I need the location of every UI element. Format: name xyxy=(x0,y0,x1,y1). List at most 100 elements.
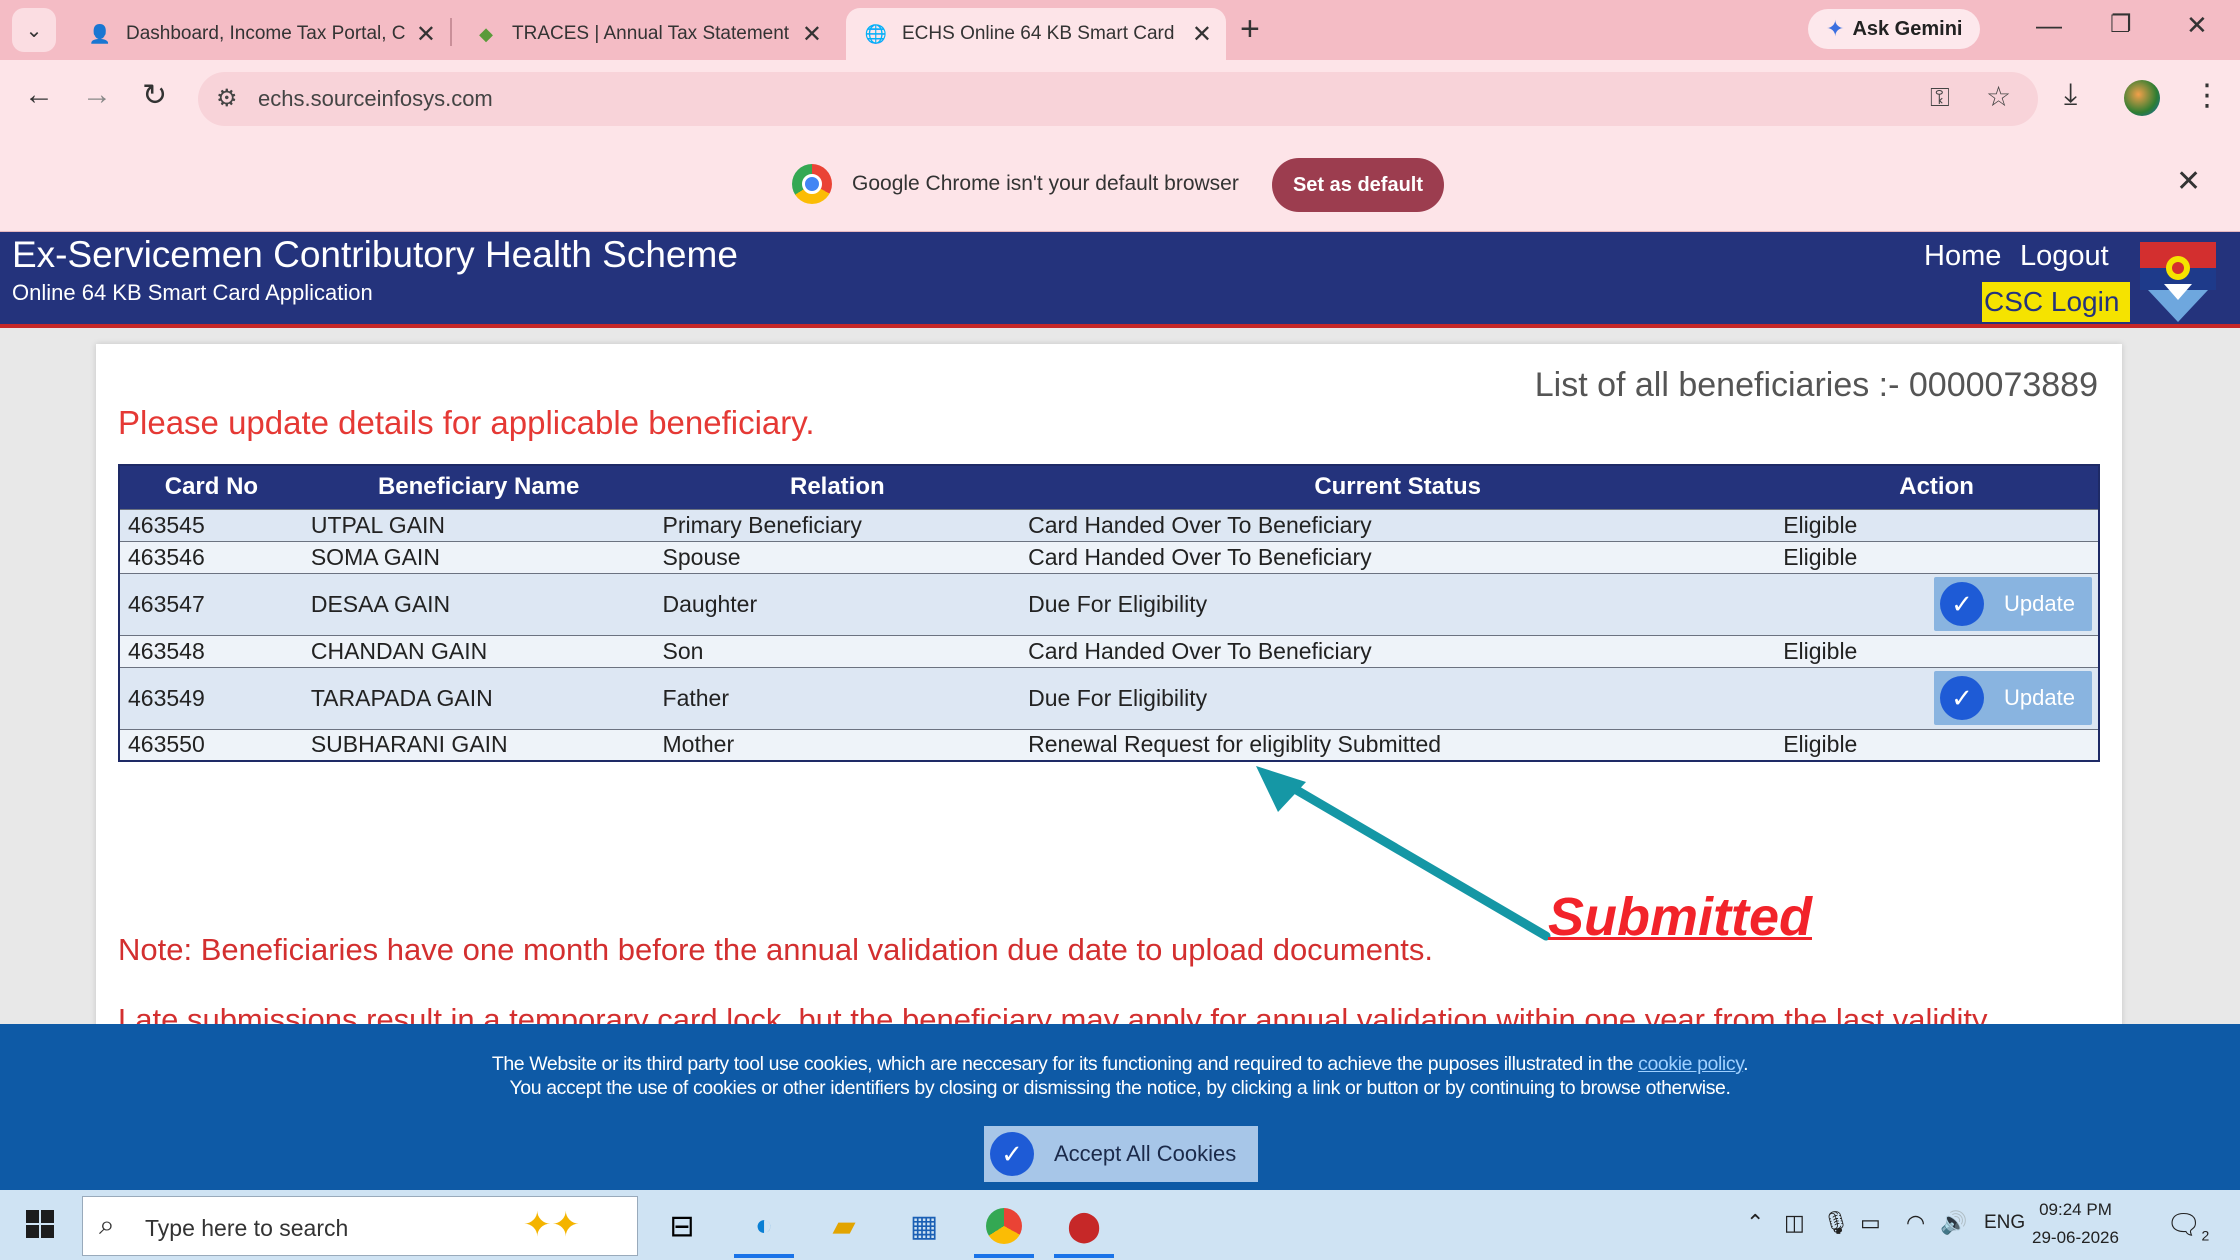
accept-cookies-label: Accept All Cookies xyxy=(1054,1141,1237,1166)
chevron-up-icon[interactable]: ⌃ xyxy=(1746,1210,1764,1236)
taskbar-search-box[interactable]: ⌕ Type here to search ✦✦ xyxy=(82,1196,638,1256)
col-current-status: Current Status xyxy=(1020,465,1776,509)
forward-arrow-icon[interactable]: → xyxy=(82,78,112,112)
clock-time: 09:24 PM xyxy=(2039,1200,2112,1219)
table-row: 463548 CHANDAN GAIN Son Card Handed Over… xyxy=(119,634,2099,667)
chrome-taskbar-icon[interactable] xyxy=(982,1204,1026,1248)
relation: Spouse xyxy=(654,540,1021,573)
update-label: Update xyxy=(2004,591,2075,616)
card-no: 463547 xyxy=(119,572,303,635)
tab-traces[interactable]: ◆ TRACES | Annual Tax Statement ✕ xyxy=(456,8,836,60)
relation: Mother xyxy=(654,728,1021,761)
tab-income-tax[interactable]: 👤 Dashboard, Income Tax Portal, C ✕ xyxy=(70,8,450,60)
windows-start-icon[interactable] xyxy=(26,1210,54,1238)
cookie-policy-link[interactable]: cookie policy xyxy=(1638,1053,1743,1075)
address-bar[interactable]: ⚙ echs.sourceinfosys.com ⚿ ☆ xyxy=(198,72,2038,126)
relation: Primary Beneficiary xyxy=(654,508,1021,541)
current-status: Due For Eligibility xyxy=(1020,572,1776,635)
relation: Daughter xyxy=(654,572,1021,635)
action-status: Eligible xyxy=(1775,634,2099,667)
tab-title: TRACES | Annual Tax Statement xyxy=(512,23,790,44)
site-subtitle: Online 64 KB Smart Card Application xyxy=(12,280,373,305)
notification-count: 2 xyxy=(2201,1227,2210,1244)
current-status: Card Handed Over To Beneficiary xyxy=(1020,540,1776,573)
new-tab-button[interactable]: + xyxy=(1240,10,1260,49)
tab-strip: ⌄ 👤 Dashboard, Income Tax Portal, C ✕ ◆ … xyxy=(0,0,2240,60)
col-relation: Relation xyxy=(654,465,1021,509)
check-icon: ✓ xyxy=(1940,582,1984,626)
language-indicator[interactable]: ENG xyxy=(1984,1212,2025,1234)
close-icon[interactable]: ✕ xyxy=(1192,20,1212,49)
password-key-icon[interactable]: ⚿ xyxy=(1930,82,1950,114)
system-clock[interactable]: 09:24 PM 29-06-2026 xyxy=(2032,1196,2119,1252)
set-default-button[interactable]: Set as default xyxy=(1272,158,1444,212)
ask-gemini-button[interactable]: ✦ Ask Gemini xyxy=(1808,9,1981,49)
clock-date: 29-06-2026 xyxy=(2032,1228,2119,1247)
beneficiary-name: UTPAL GAIN xyxy=(302,508,655,541)
cookie-banner: The Website or its third party tool use … xyxy=(0,1024,2240,1190)
tab-title: Dashboard, Income Tax Portal, C xyxy=(126,23,406,44)
relation: Father xyxy=(654,666,1021,729)
card-no: 463545 xyxy=(119,508,303,541)
app-icon[interactable]: ⬤ xyxy=(1062,1204,1106,1248)
volume-icon[interactable]: 🔊 xyxy=(1940,1210,1967,1236)
csc-login-link[interactable]: CSC Login xyxy=(1982,282,2130,322)
action-status: Eligible xyxy=(1775,508,2099,541)
edge-icon[interactable]: ◐ xyxy=(742,1204,786,1248)
active-indicator xyxy=(1054,1254,1114,1258)
relation: Son xyxy=(654,634,1021,667)
card-no: 463548 xyxy=(119,634,303,667)
wifi-icon[interactable]: ◠ xyxy=(1906,1210,1925,1236)
ask-gemini-label: Ask Gemini xyxy=(1852,17,1963,40)
accept-cookies-button[interactable]: ✓ Accept All Cookies xyxy=(984,1126,1258,1182)
task-view-icon[interactable]: ⊟ xyxy=(660,1204,704,1248)
active-indicator xyxy=(734,1254,794,1258)
file-explorer-icon[interactable]: ▰ xyxy=(822,1204,866,1248)
close-icon[interactable]: ✕ xyxy=(416,20,436,49)
table-row: 463549 TARAPADA GAIN Father Due For Elig… xyxy=(119,666,2099,729)
check-icon: ✓ xyxy=(990,1132,1034,1176)
tab-divider xyxy=(450,18,452,46)
action-status: Eligible xyxy=(1775,728,2099,761)
close-icon[interactable]: ✕ xyxy=(2176,164,2201,199)
nav-logout-link[interactable]: Logout xyxy=(2020,240,2109,273)
col-card-no: Card No xyxy=(119,465,303,509)
store-icon[interactable]: ▦ xyxy=(902,1204,946,1248)
bookmark-star-icon[interactable]: ☆ xyxy=(1986,80,2011,113)
close-window-icon[interactable]: ✕ xyxy=(2186,10,2208,41)
nav-home-link[interactable]: Home xyxy=(1924,240,2001,273)
sparkle-icon: ✦✦ xyxy=(523,1206,580,1244)
tab-echs[interactable]: 🌐 ECHS Online 64 KB Smart Card ✕ xyxy=(846,8,1226,60)
income-tax-favicon: 👤 xyxy=(88,23,112,44)
update-label: Update xyxy=(2004,685,2075,710)
meet-icon[interactable]: ◫ xyxy=(1784,1210,1805,1236)
notification-icon[interactable]: 🗨2 xyxy=(2166,1208,2209,1244)
current-status: Renewal Request for eligiblity Submitted xyxy=(1020,728,1776,761)
download-icon[interactable]: ⤓ xyxy=(2064,78,2077,112)
reload-icon[interactable]: ↻ xyxy=(142,78,167,113)
beneficiary-name: CHANDAN GAIN xyxy=(302,634,655,667)
close-icon[interactable]: ✕ xyxy=(802,20,822,49)
restore-icon[interactable]: ❐ xyxy=(2110,10,2132,39)
menu-kebab-icon[interactable]: ⋮ xyxy=(2192,78,2222,113)
beneficiary-list-title: List of all beneficiaries :- 0000073889 xyxy=(1534,366,2098,404)
beneficiary-name: TARAPADA GAIN xyxy=(302,666,655,729)
battery-icon[interactable]: ▭ xyxy=(1860,1210,1881,1236)
card-no: 463550 xyxy=(119,728,303,761)
current-status: Due For Eligibility xyxy=(1020,666,1776,729)
site-info-icon[interactable]: ⚙ xyxy=(216,84,238,113)
microphone-icon[interactable]: 🎙 xyxy=(1822,1210,1850,1236)
back-arrow-icon[interactable]: ← xyxy=(24,78,54,112)
profile-avatar[interactable] xyxy=(2124,80,2160,116)
table-row: 463547 DESAA GAIN Daughter Due For Eligi… xyxy=(119,572,2099,635)
active-indicator xyxy=(974,1254,1034,1258)
tab-search-dropdown[interactable]: ⌄ xyxy=(12,8,56,52)
minimize-icon[interactable]: — xyxy=(2036,10,2062,41)
current-status: Card Handed Over To Beneficiary xyxy=(1020,508,1776,541)
beneficiary-name: DESAA GAIN xyxy=(302,572,655,635)
update-button[interactable]: ✓ Update xyxy=(1934,671,2092,725)
url-text[interactable]: echs.sourceinfosys.com xyxy=(258,86,493,112)
col-beneficiary-name: Beneficiary Name xyxy=(302,465,655,509)
check-icon: ✓ xyxy=(1940,676,1984,720)
update-button[interactable]: ✓ Update xyxy=(1934,577,2092,631)
